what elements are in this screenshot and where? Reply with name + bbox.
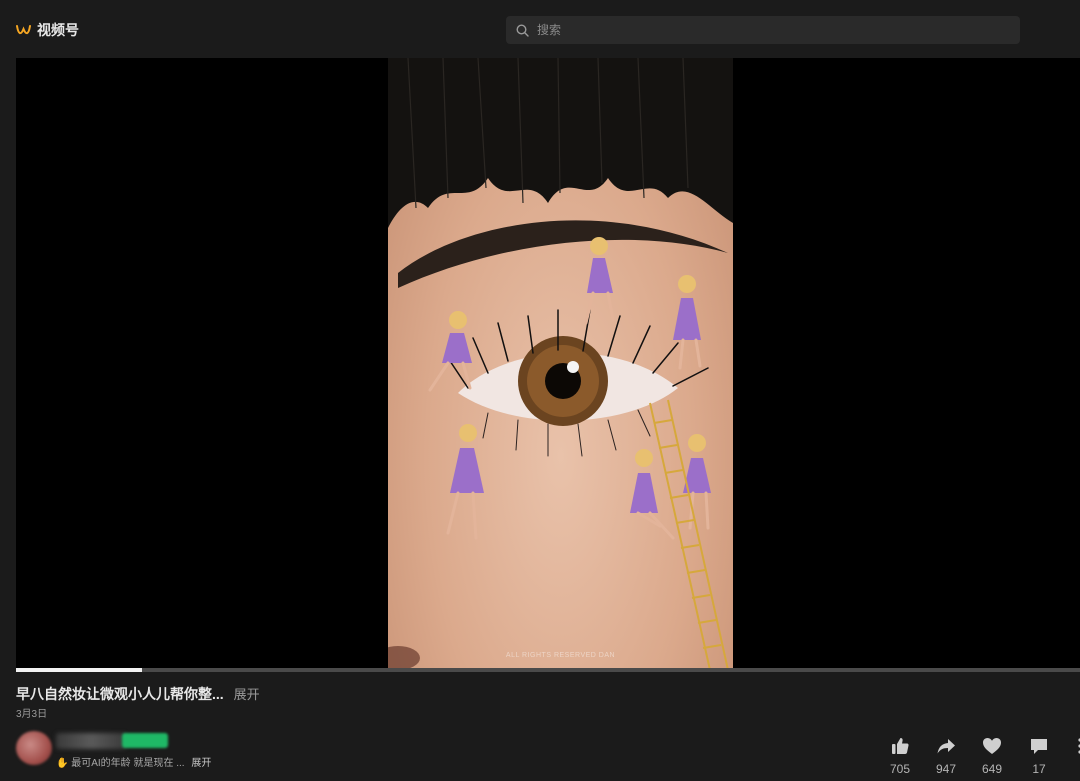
channels-logo[interactable]: 视频号: [16, 20, 79, 40]
like-count: 705: [889, 762, 911, 776]
share-button[interactable]: 947: [926, 736, 966, 776]
search-bar[interactable]: [506, 16, 1020, 44]
author-expand-button[interactable]: 展开: [191, 758, 211, 769]
comment-count: 17: [1032, 762, 1046, 776]
search-input[interactable]: [537, 23, 997, 37]
author-name-redacted: [56, 733, 126, 749]
action-bar: 705 947 649 17: [880, 736, 1080, 781]
author-description: ✋ 最可AI的年龄 就是现在 ... 展开: [56, 754, 211, 769]
video-frame: ALL RIGHTS RESERVED DAN: [388, 58, 733, 670]
comment-icon: [1019, 736, 1059, 756]
video-player[interactable]: ALL RIGHTS RESERVED DAN: [16, 58, 1080, 670]
logo-text: 视频号: [37, 22, 79, 38]
top-bar: 视频号: [0, 0, 1080, 58]
thumbs-up-icon: [880, 736, 920, 756]
share-icon: [926, 736, 966, 756]
video-title-row: 早八自然妆让微观小人儿帮你整... 展开: [16, 684, 260, 704]
favorite-button[interactable]: 649: [972, 736, 1012, 776]
progress-bar[interactable]: [16, 668, 1080, 672]
favorite-count: 649: [981, 762, 1003, 776]
video-date: 3月3日: [16, 709, 48, 720]
avatar[interactable]: [16, 731, 52, 765]
author-description-text: 最可AI的年龄 就是现在 ...: [71, 758, 185, 769]
like-button[interactable]: 705: [880, 736, 920, 776]
hand-icon: ✋: [56, 758, 69, 769]
comment-button[interactable]: 17: [1019, 736, 1059, 776]
author-badge-redacted: [122, 733, 168, 748]
heart-icon: [972, 736, 1012, 756]
author-info[interactable]: ✋ 最可AI的年龄 就是现在 ... 展开: [10, 729, 270, 769]
progress-fill: [16, 668, 142, 672]
video-watermark: ALL RIGHTS RESERVED DAN: [505, 652, 616, 659]
search-icon: [516, 23, 529, 37]
video-title: 早八自然妆让微观小人儿帮你整...: [16, 686, 224, 702]
title-expand-button[interactable]: 展开: [234, 684, 260, 703]
video-still: [388, 58, 733, 670]
channels-logo-icon: [16, 24, 31, 36]
share-count: 947: [935, 762, 957, 776]
